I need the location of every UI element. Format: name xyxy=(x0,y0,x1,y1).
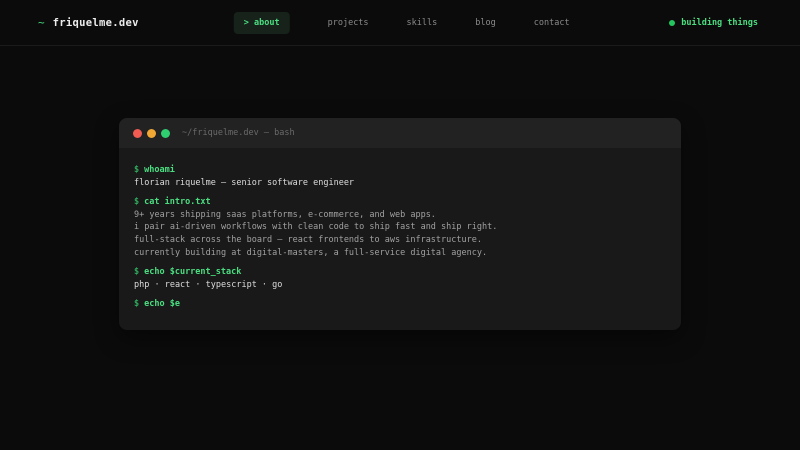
status-badge: building things xyxy=(669,18,758,28)
terminal-title: ~/friquelme.dev — bash xyxy=(182,128,295,138)
terminal-window: ~/friquelme.dev — bash $ whoami florian r… xyxy=(119,118,681,330)
command-output-line: florian riquelme — senior software engin… xyxy=(134,177,666,190)
tilde-icon: ~ xyxy=(38,16,45,29)
terminal-command-group-stack: $ echo $current_stack php · react · types… xyxy=(134,266,666,291)
command-line: $ cat intro.txt xyxy=(134,196,666,209)
maximize-window-icon[interactable] xyxy=(161,129,170,138)
prompt-symbol: $ xyxy=(134,299,139,309)
site-logo[interactable]: ~ friquelme.dev xyxy=(38,16,139,29)
command-output-line: full-stack across the board — react fron… xyxy=(134,234,666,247)
main-nav: > about projects skills blog contact xyxy=(234,12,570,34)
command-text: echo $current_stack xyxy=(144,267,241,277)
status-label: building things xyxy=(681,18,758,28)
command-output-line: 9+ years shipping saas platforms, e-comm… xyxy=(134,209,666,222)
close-window-icon[interactable] xyxy=(133,129,142,138)
nav-item-contact[interactable]: contact xyxy=(534,18,570,28)
minimize-window-icon[interactable] xyxy=(147,129,156,138)
status-dot-icon xyxy=(669,20,675,26)
terminal-command-group-intro: $ cat intro.txt 9+ years shipping saas pl… xyxy=(134,196,666,259)
command-line: $ echo $e xyxy=(134,298,666,311)
window-controls xyxy=(133,129,170,138)
nav-item-blog[interactable]: blog xyxy=(475,18,495,28)
site-title: friquelme.dev xyxy=(53,17,139,29)
command-output-line: php · react · typescript · go xyxy=(134,279,666,292)
command-output-line: currently building at digital-masters, a… xyxy=(134,247,666,260)
terminal-content: $ whoami florian riquelme — senior softwa… xyxy=(119,148,681,330)
terminal-titlebar[interactable]: ~/friquelme.dev — bash xyxy=(119,118,681,148)
prompt-symbol: $ xyxy=(134,197,139,207)
terminal-command-group-whoami: $ whoami florian riquelme — senior softwa… xyxy=(134,164,666,189)
nav-item-projects[interactable]: projects xyxy=(328,18,369,28)
command-line: $ echo $current_stack xyxy=(134,266,666,279)
command-line: $ whoami xyxy=(134,164,666,177)
command-text: echo $e xyxy=(144,299,180,309)
prompt-symbol: $ xyxy=(134,165,139,175)
site-header: ~ friquelme.dev > about projects skills … xyxy=(0,0,800,46)
nav-item-skills[interactable]: skills xyxy=(407,18,438,28)
command-text: cat intro.txt xyxy=(144,197,211,207)
nav-item-about[interactable]: > about xyxy=(234,12,290,34)
prompt-symbol: $ xyxy=(134,267,139,277)
command-output-line: i pair ai-driven workflows with clean co… xyxy=(134,221,666,234)
command-text: whoami xyxy=(144,165,175,175)
terminal-command-group-typing: $ echo $e xyxy=(134,298,666,311)
